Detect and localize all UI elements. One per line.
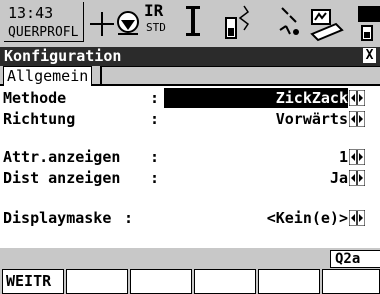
tab-strip: Allgemein (0, 66, 380, 86)
field-value: 1 (338, 148, 348, 166)
field-label: Displaymaske (3, 209, 112, 227)
bluetooth-device-icon (225, 5, 250, 39)
field-colon: : (150, 89, 160, 107)
field-value: ZickZack (275, 89, 348, 107)
close-button[interactable]: X (363, 48, 376, 63)
job-name: QUERPROFL (8, 25, 79, 40)
softkey-4[interactable] (194, 269, 256, 294)
softkey-5[interactable] (258, 269, 320, 294)
field-value: Ja (329, 169, 348, 187)
spinner-arrows-icon[interactable] (349, 149, 365, 165)
spinner-arrows-icon[interactable] (349, 170, 365, 186)
field-colon: : (150, 169, 160, 187)
field-label: Richtung (3, 110, 76, 128)
compensator-icon (279, 7, 299, 35)
softkey-weitr[interactable]: WEITR (2, 269, 64, 294)
std-mode-label: STD (146, 21, 166, 34)
field-dist-anzeigen[interactable]: Dist anzeigen : Ja (0, 168, 380, 188)
spinner-arrows-icon[interactable] (349, 111, 365, 127)
tab-allgemein[interactable]: Allgemein (3, 66, 93, 86)
spinner-arrows-icon[interactable] (349, 210, 365, 226)
title-bar: Konfiguration X (0, 47, 380, 66)
field-methode[interactable]: Methode : ZickZack (0, 88, 380, 108)
field-value: Vorwärts (275, 110, 348, 128)
field-value: <Kein(e)> (266, 209, 348, 227)
softkey-bar: WEITR (0, 268, 380, 294)
cursor-bar-icon (186, 6, 200, 36)
field-label: Attr.anzeigen (3, 148, 121, 166)
target-prism-icon (90, 11, 139, 36)
clock-panel: 13:43 QUERPROFL (4, 2, 84, 42)
ir-mode-label: IR (144, 1, 164, 20)
quick-code-indicator: Q2a (330, 250, 380, 268)
softkey-3[interactable] (130, 269, 192, 294)
field-richtung[interactable]: Richtung : Vorwärts (0, 109, 380, 129)
tab-strip-edge (100, 66, 380, 84)
field-colon: : (150, 110, 160, 128)
softkey-6[interactable] (322, 269, 380, 294)
memory-card-icon (310, 9, 344, 42)
field-attr-anzeigen[interactable]: Attr.anzeigen : 1 (0, 147, 380, 167)
config-panel: Methode : ZickZack Richtung : Vorwärts A… (0, 86, 380, 248)
page-title: Konfiguration (4, 47, 122, 65)
field-colon: : (124, 209, 134, 227)
status-strip: Q2a (0, 248, 380, 268)
clock-time: 13:43 (8, 4, 54, 22)
field-label: Methode (3, 89, 67, 107)
status-bar: 13:43 QUERPROFL IR STD (0, 0, 380, 47)
battery-icon (358, 6, 380, 41)
field-label: Dist anzeigen (3, 169, 121, 187)
field-value-highlight[interactable]: ZickZack (164, 88, 348, 108)
spinner-arrows-icon[interactable] (349, 90, 365, 106)
field-colon: : (150, 148, 160, 166)
softkey-2[interactable] (66, 269, 128, 294)
field-displaymaske[interactable]: Displaymaske : <Kein(e)> (0, 208, 380, 228)
